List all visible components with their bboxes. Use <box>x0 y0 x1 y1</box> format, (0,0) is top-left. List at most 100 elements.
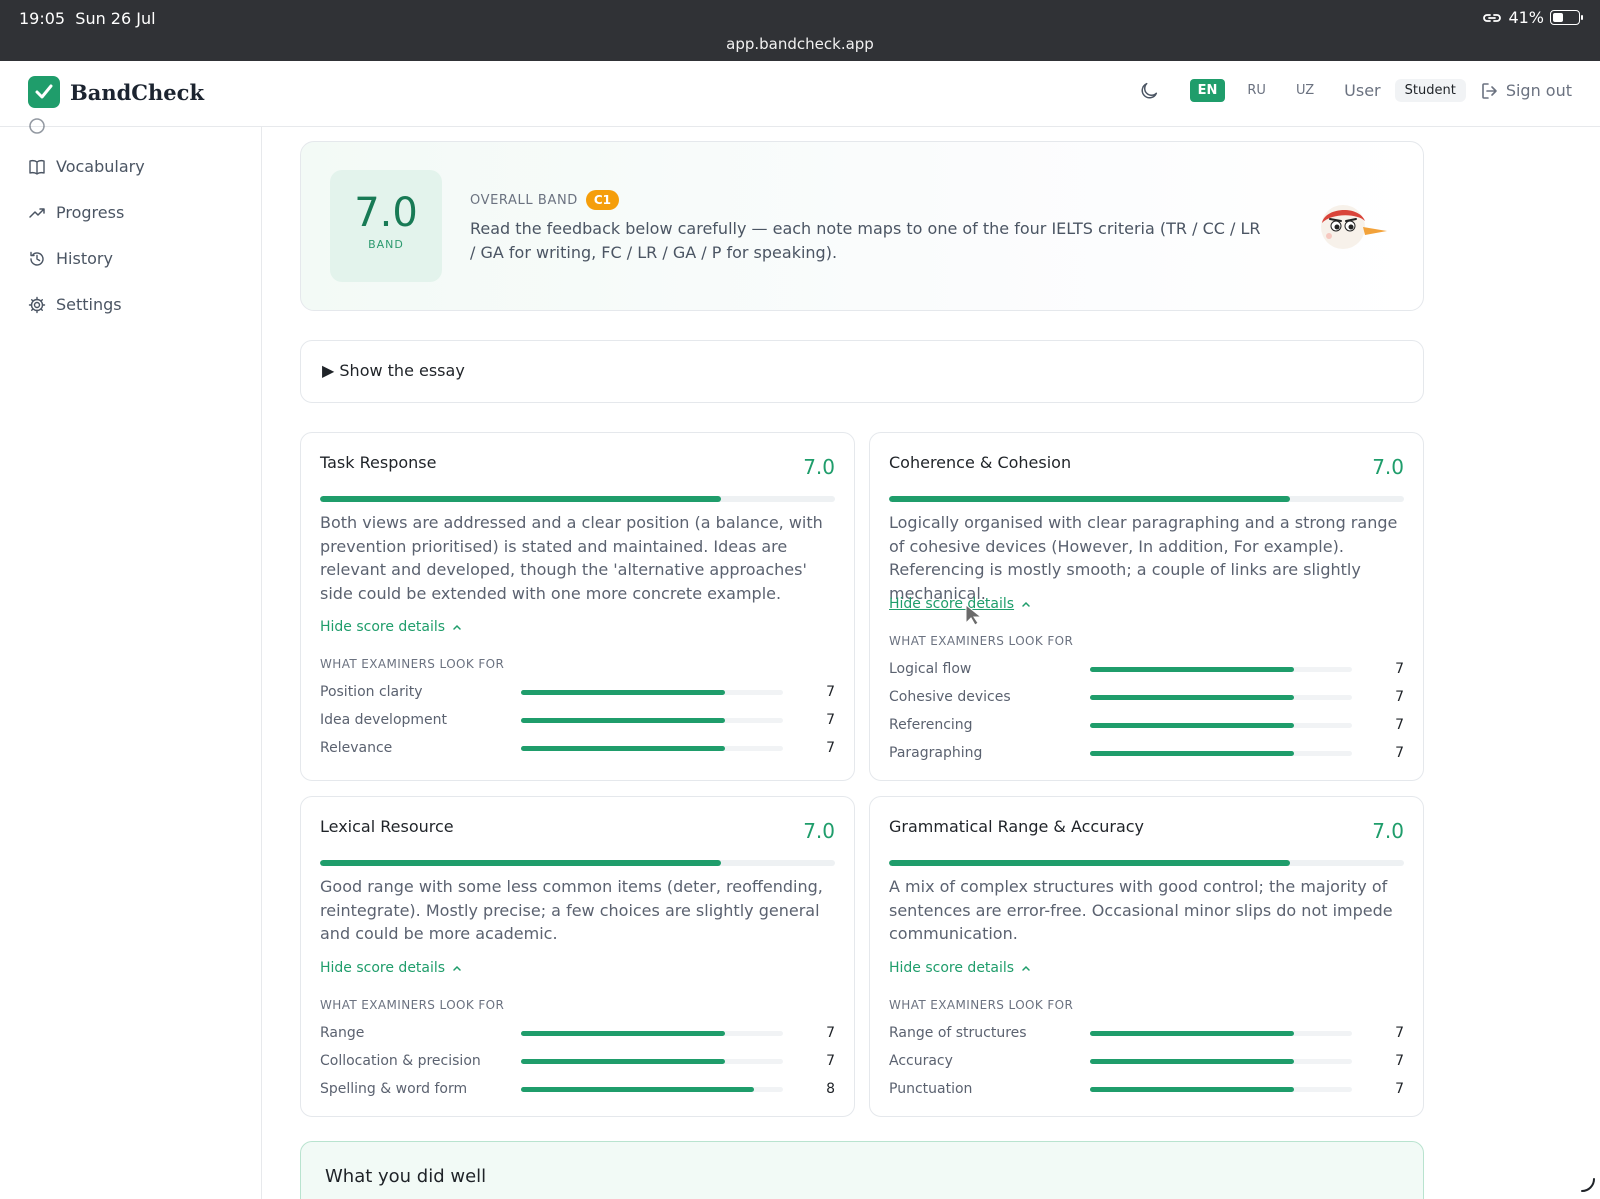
cefr-badge: C1 <box>585 190 620 210</box>
sub-score-value: 7 <box>1395 745 1404 761</box>
sub-score-row: Punctuation 7 <box>889 1080 1404 1100</box>
sub-score-row: Logical flow 7 <box>889 660 1404 680</box>
section-title: What you did well <box>325 1166 487 1187</box>
app-header: BandCheck EN RU UZ User Student Sign out <box>0 61 1600 127</box>
sub-score-value: 7 <box>826 684 835 700</box>
criterion-title: Grammatical Range & Accuracy <box>889 817 1145 836</box>
hide-score-details-link[interactable]: Hide score details <box>320 619 463 635</box>
link-icon <box>1483 13 1502 22</box>
sidebar-item-clipped[interactable] <box>28 117 46 135</box>
sub-score-label: Accuracy <box>889 1053 953 1069</box>
sign-out-icon <box>1482 82 1497 99</box>
sub-score-row: Range of structures 7 <box>889 1024 1404 1044</box>
sub-score-value: 7 <box>1395 1025 1404 1041</box>
trend-up-icon <box>29 207 45 218</box>
criterion-card-coherence-cohesion: Coherence & Cohesion 7.0 Logically organ… <box>869 432 1424 781</box>
sub-score-value: 7 <box>826 740 835 756</box>
sub-score-value: 8 <box>826 1081 835 1097</box>
sidebar-item-vocabulary[interactable]: Vocabulary <box>28 157 145 176</box>
sub-score-label: Position clarity <box>320 684 423 700</box>
brand-logo[interactable]: BandCheck <box>28 76 204 108</box>
sign-out-label: Sign out <box>1505 81 1572 100</box>
sidebar-item-label: History <box>56 249 113 268</box>
sub-score-row: Paragraphing 7 <box>889 744 1404 764</box>
criterion-progress-bar <box>889 496 1404 502</box>
criterion-feedback: A mix of complex structures with good co… <box>889 877 1393 943</box>
sub-score-value: 7 <box>1395 1053 1404 1069</box>
what-examiners-look-for: WHAT EXAMINERS LOOK FOR <box>889 998 1074 1012</box>
sub-score-row: Range 7 <box>320 1024 835 1044</box>
history-icon <box>30 251 44 266</box>
check-logo-icon <box>28 76 60 108</box>
hide-score-details-link[interactable]: Hide score details <box>320 960 463 976</box>
status-indicators: 41% <box>1482 8 1583 27</box>
chevron-up-icon <box>1022 965 1030 971</box>
sub-score-row: Relevance 7 <box>320 739 835 759</box>
sub-score-label: Paragraphing <box>889 745 983 761</box>
loading-spinner-icon <box>1581 1178 1595 1192</box>
status-time: 19:05 Sun 26 Jul <box>19 9 156 28</box>
sub-score-bar <box>521 1031 783 1036</box>
sidebar-item-progress[interactable]: Progress <box>28 203 124 222</box>
battery-icon <box>1550 10 1583 25</box>
sub-score-label: Idea development <box>320 712 448 728</box>
criterion-score: 7.0 <box>803 455 835 479</box>
criterion-card-grammatical-range: Grammatical Range & Accuracy 7.0 A mix o… <box>869 796 1424 1117</box>
criterion-score: 7.0 <box>1372 455 1404 479</box>
sidebar-item-settings[interactable]: Settings <box>28 295 122 314</box>
address-url[interactable]: app.bandcheck.app <box>0 35 1600 53</box>
criterion-card-task-response: Task Response 7.0 Both views are address… <box>300 432 855 781</box>
sub-score-bar <box>521 1087 783 1092</box>
what-examiners-look-for: WHAT EXAMINERS LOOK FOR <box>889 634 1074 648</box>
band-label: BAND <box>368 238 404 251</box>
sub-score-bar <box>1090 751 1352 756</box>
sidebar-item-label: Progress <box>56 203 125 222</box>
show-essay-label: ▶ Show the essay <box>322 361 465 380</box>
sub-score-label: Collocation & precision <box>320 1053 481 1069</box>
sub-score-bar <box>1090 1087 1352 1092</box>
criterion-title: Lexical Resource <box>320 817 454 836</box>
criterion-progress-bar <box>320 860 835 866</box>
sub-score-label: Relevance <box>320 740 393 756</box>
lang-uz[interactable]: UZ <box>1288 79 1322 102</box>
moon-icon[interactable] <box>1138 80 1160 102</box>
header-actions: EN RU UZ User Student Sign out <box>1138 79 1572 102</box>
criterion-progress-bar <box>889 860 1404 866</box>
lang-ru[interactable]: RU <box>1239 79 1274 102</box>
criterion-progress-bar <box>320 496 835 502</box>
chevron-up-icon <box>453 965 461 971</box>
show-essay-toggle[interactable]: ▶ Show the essay <box>300 340 1424 403</box>
sub-score-row: Position clarity 7 <box>320 683 835 703</box>
overall-label: OVERALL BAND <box>470 192 578 208</box>
band-score: 7.0 <box>354 190 418 236</box>
user-label: User <box>1344 81 1381 100</box>
overall-band-card: 7.0 BAND OVERALL BAND C1 Read the feedba… <box>300 141 1424 311</box>
criterion-feedback: Logically organised with clear paragraph… <box>889 513 1398 603</box>
role-badge: Student <box>1394 79 1466 102</box>
gear-icon <box>28 296 46 313</box>
sub-score-value: 7 <box>1395 661 1404 677</box>
sub-score-value: 7 <box>1395 1081 1404 1097</box>
hide-score-details-link[interactable]: Hide score details <box>889 960 1032 976</box>
sub-score-row: Accuracy 7 <box>889 1052 1404 1072</box>
sub-score-label: Logical flow <box>889 661 972 677</box>
sub-score-value: 7 <box>826 1025 835 1041</box>
overall-heading: OVERALL BAND C1 <box>470 190 620 210</box>
hide-score-details-link[interactable]: Hide score details <box>889 596 1032 612</box>
sub-score-value: 7 <box>1395 689 1404 705</box>
lang-en[interactable]: EN <box>1189 79 1226 102</box>
criterion-score: 7.0 <box>803 819 835 843</box>
sub-score-value: 7 <box>1395 717 1404 733</box>
sub-score-row: Spelling & word form 8 <box>320 1080 835 1100</box>
sidebar-item-history[interactable]: History <box>28 249 113 268</box>
what-examiners-look-for: WHAT EXAMINERS LOOK FOR <box>320 657 505 671</box>
clock-icon <box>29 118 45 134</box>
sub-score-bar <box>1090 1059 1352 1064</box>
sign-out-button[interactable]: Sign out <box>1480 81 1572 101</box>
criterion-feedback: Both views are addressed and a clear pos… <box>320 513 823 603</box>
sub-score-row: Referencing 7 <box>889 716 1404 736</box>
band-score-box: 7.0 BAND <box>330 170 442 282</box>
book-icon <box>29 159 45 175</box>
sub-score-label: Cohesive devices <box>889 689 1011 705</box>
sub-score-row: Idea development 7 <box>320 711 835 731</box>
